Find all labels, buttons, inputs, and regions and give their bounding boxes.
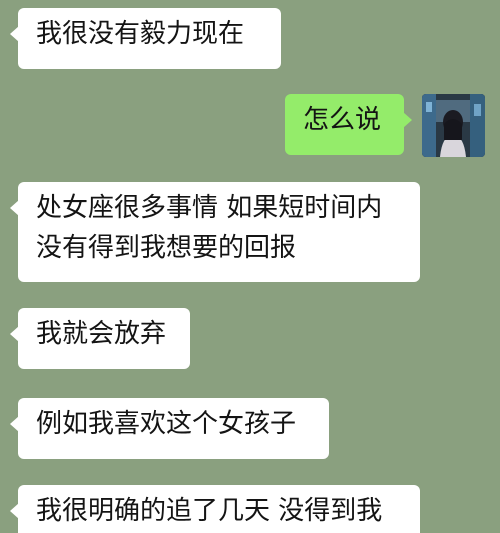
message-bubble-received[interactable]: 处女座很多事情 如果短时间内 没有得到我想要的回报 [10,182,420,282]
user-avatar-icon[interactable] [422,94,485,157]
message-bubble-received[interactable]: 我很明确的追了几天 没得到我 [10,485,420,533]
message-bubble-received[interactable]: 我就会放弃 [10,308,190,369]
message-bubble-sent[interactable]: 怎么说 [285,94,412,155]
chat-conversation: 我很没有毅力现在 怎么说 处女座很多事情 如果短时间内 没有得到我想要的回报 我… [0,0,500,533]
message-bubble-received[interactable]: 我很没有毅力现在 [10,8,281,69]
message-bubble-received[interactable]: 例如我喜欢这个女孩子 [10,398,329,459]
